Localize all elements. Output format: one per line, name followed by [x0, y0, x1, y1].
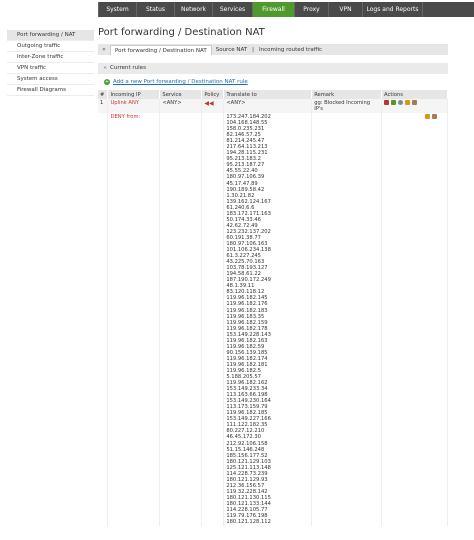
sidebar: Port forwarding / NAT Outgoing traffic Int… [7, 30, 94, 96]
col-service: Service [159, 90, 203, 99]
menu-item-vpn[interactable]: VPN [329, 2, 363, 17]
col-policy: Policy [201, 90, 225, 99]
deny-policy-icon: ◀◀ [204, 100, 214, 107]
rule-incoming-ip: Uplink ANY [107, 99, 161, 113]
delete-trash-icon[interactable] [412, 100, 418, 105]
move-down-icon[interactable] [384, 100, 390, 105]
menu-item-system[interactable]: System [99, 2, 137, 17]
menu-item-services[interactable]: Services [213, 2, 253, 17]
sidebar-item-vpn-traffic[interactable]: VPN traffic [7, 63, 94, 74]
rule-translate: <ANY> [223, 99, 313, 113]
tab-source-nat[interactable]: Source NAT [212, 45, 251, 55]
page-title: Port forwarding / Destination NAT [98, 27, 265, 38]
sidebar-item-system-access[interactable]: System access [7, 74, 94, 85]
deny-label: DENY from: [107, 113, 161, 527]
list-item: 180.121.128.112 [226, 519, 271, 526]
col-remark: Remark [311, 90, 383, 99]
menu-item-firewall[interactable]: Firewall [253, 2, 295, 17]
sidebar-item-outgoing-traffic[interactable]: Outgoing traffic [7, 41, 94, 52]
sidebar-item-port-forwarding-nat[interactable]: Port forwarding / NAT [7, 30, 94, 41]
edit-pencil-icon[interactable] [405, 100, 411, 105]
collapse-arrow-icon[interactable]: « [100, 63, 110, 74]
menu-item-proxy[interactable]: Proxy [295, 2, 329, 17]
tab-bar: « Port forwarding / Destination NAT Sour… [98, 44, 448, 55]
tab-port-forwarding[interactable]: Port forwarding / Destination NAT [110, 45, 212, 55]
edit-pencil-icon[interactable] [425, 114, 430, 119]
sidebar-item-inter-zone-traffic[interactable]: Inter-Zone traffic [7, 52, 94, 63]
rule-policy: ◀◀ [201, 99, 225, 113]
rule-actions [381, 99, 448, 113]
delete-trash-icon[interactable] [432, 114, 437, 119]
add-icon: + [104, 79, 110, 85]
table-header-row: # Incoming IP Service Policy Translate t… [98, 90, 448, 99]
deny-ip-list: 173.247.184.202 104.168.148.55 158.0.235.2… [223, 113, 313, 527]
menu-item-network[interactable]: Network [175, 2, 213, 17]
tab-incoming-routed[interactable]: Incoming routed traffic [255, 45, 326, 55]
rule-number: 1 [98, 99, 109, 113]
col-actions: Actions [381, 90, 448, 99]
rule-remark: gg: Blocked Incoming IP's [311, 99, 383, 113]
log-icon[interactable] [398, 100, 404, 105]
detail-actions [381, 113, 448, 527]
table-row: 1 Uplink ANY <ANY> ◀◀ <ANY> gg: Blocked … [98, 99, 448, 113]
rule-service: <ANY> [159, 99, 203, 113]
menu-item-logs-and-reports[interactable]: Logs and Reports [363, 2, 423, 17]
table-row-detail: DENY from: 173.247.184.202 104.168.148.55… [98, 113, 448, 527]
main-menu: System Status Network Services Firewall Proxy… [98, 2, 474, 17]
top-bar: System Status Network Services Firewall Proxy… [0, 0, 474, 17]
sidebar-item-firewall-diagrams[interactable]: Firewall Diagrams [7, 85, 94, 96]
rules-table: # Incoming IP Service Policy Translate t… [98, 90, 448, 527]
add-rule-link[interactable]: + Add a new Port forwarding / Destinatio… [98, 76, 448, 88]
add-rule-label[interactable]: Add a new Port forwarding / Destination … [113, 76, 248, 88]
col-translate: Translate to [223, 90, 313, 99]
enable-check-icon[interactable] [391, 100, 397, 105]
col-num: # [98, 90, 109, 99]
menu-item-status[interactable]: Status [137, 2, 175, 17]
main-content: Port forwarding / Destination NAT « Port… [98, 25, 448, 527]
col-incoming-ip: Incoming IP [107, 90, 161, 99]
tab-back-arrow-icon[interactable]: « [98, 44, 110, 55]
section-title: Current rules [110, 65, 146, 71]
current-rules-header[interactable]: « Current rules [98, 63, 448, 74]
